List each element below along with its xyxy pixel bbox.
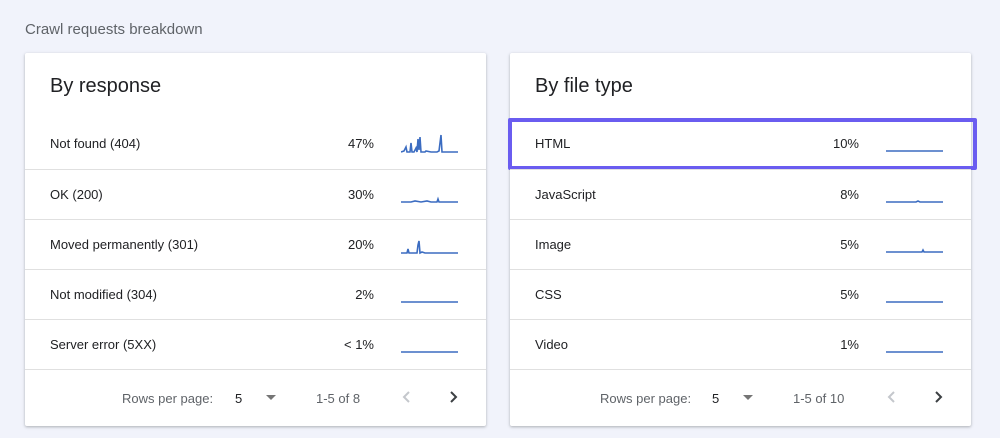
table-row[interactable]: Not found (404) 47% (25, 119, 486, 169)
pagination-footer: Rows per page: 5 1-5 of 8 (25, 369, 486, 426)
sparkline (886, 282, 943, 306)
sparkline (401, 282, 458, 306)
row-percent: 5% (840, 237, 859, 252)
row-percent: 1% (840, 337, 859, 352)
row-label: Moved permanently (301) (50, 237, 199, 252)
file-type-table: HTML 10% JavaScript 8% Image 5% CSS 5% V… (508, 118, 977, 369)
row-label: Image (535, 237, 572, 252)
sparkline (401, 332, 458, 356)
chevron-left-icon[interactable] (397, 386, 417, 408)
row-percent: 30% (347, 187, 374, 202)
chevron-left-icon[interactable] (882, 386, 902, 408)
sparkline (401, 131, 458, 155)
sparkline (886, 332, 943, 356)
table-row[interactable]: Moved permanently (301) 20% (25, 219, 486, 269)
row-label: Not found (404) (50, 136, 141, 151)
rows-per-page-select[interactable]: 5 (712, 391, 719, 406)
table-row[interactable]: Image 5% (510, 219, 971, 269)
row-label: Server error (5XX) (50, 337, 157, 352)
section-title: Crawl requests breakdown (25, 21, 203, 38)
page-range: 1-5 of 10 (793, 391, 845, 406)
sparkline (886, 131, 943, 155)
row-percent: 47% (347, 136, 374, 151)
row-percent: 8% (840, 187, 859, 202)
by-file-type-card: By file type HTML 10% JavaScript 8% Imag… (508, 53, 977, 426)
card-title: By file type (535, 75, 633, 97)
sparkline (886, 182, 943, 206)
chevron-right-icon[interactable] (443, 386, 463, 408)
chevron-right-icon[interactable] (928, 386, 948, 408)
table-row[interactable]: OK (200) 30% (25, 169, 486, 219)
sparkline (886, 232, 943, 256)
caret-down-icon[interactable] (266, 395, 276, 400)
row-percent: 20% (347, 237, 374, 252)
row-label: Not modified (304) (50, 287, 157, 302)
table-row-highlighted[interactable]: HTML 10% (508, 118, 977, 170)
row-label: CSS (535, 287, 562, 302)
row-label: HTML (535, 136, 571, 151)
sparkline (401, 232, 458, 256)
row-label: JavaScript (535, 187, 596, 202)
rows-per-page-select[interactable]: 5 (235, 391, 242, 406)
table-row[interactable]: Server error (5XX) < 1% (25, 319, 486, 369)
row-label: OK (200) (50, 187, 103, 202)
table-row[interactable]: JavaScript 8% (510, 169, 971, 219)
table-row[interactable]: CSS 5% (510, 269, 971, 319)
row-percent: 2% (355, 287, 374, 302)
pagination-footer: Rows per page: 5 1-5 of 10 (510, 369, 971, 426)
table-row[interactable]: Video 1% (510, 319, 971, 369)
rows-per-page-label: Rows per page: (122, 391, 214, 406)
sparkline (401, 182, 458, 206)
row-percent: 5% (840, 287, 859, 302)
page-range: 1-5 of 8 (316, 391, 361, 406)
card-title: By response (50, 75, 162, 97)
caret-down-icon[interactable] (743, 395, 753, 400)
table-row[interactable]: Not modified (304) 2% (25, 269, 486, 319)
row-percent: < 1% (344, 337, 374, 352)
response-table: Not found (404) 47% OK (200) 30% Moved p… (25, 119, 486, 369)
by-response-card: By response Not found (404) 47% OK (200)… (25, 53, 486, 426)
row-percent: 10% (832, 136, 859, 151)
row-label: Video (535, 337, 569, 352)
rows-per-page-label: Rows per page: (600, 391, 692, 406)
